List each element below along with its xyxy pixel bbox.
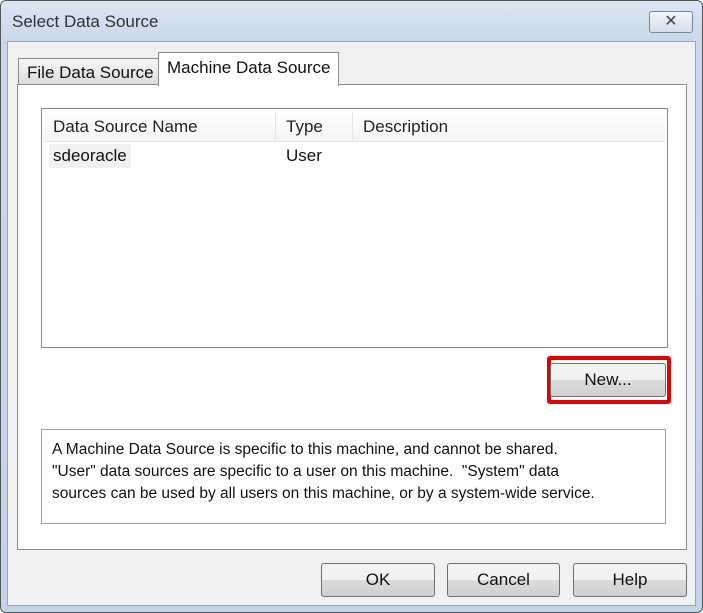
description-box: A Machine Data Source is specific to thi… bbox=[41, 429, 666, 524]
column-header-description[interactable]: Description bbox=[363, 117, 448, 137]
column-divider[interactable] bbox=[352, 112, 353, 142]
new-button[interactable]: New... bbox=[550, 363, 666, 397]
column-header-type[interactable]: Type bbox=[286, 117, 323, 137]
tab-machine-data-source[interactable]: Machine Data Source bbox=[158, 52, 340, 86]
list-header: Data Source Name Type Description bbox=[43, 112, 665, 142]
close-icon: ✕ bbox=[664, 13, 678, 30]
dialog-title: Select Data Source bbox=[12, 12, 159, 31]
machine-data-source-panel: Data Source Name Type Description sdeora… bbox=[17, 84, 687, 550]
data-source-type: User bbox=[286, 146, 322, 165]
description-line: sources can be used by all users on this… bbox=[52, 485, 595, 502]
close-button[interactable]: ✕ bbox=[649, 11, 693, 33]
column-header-name[interactable]: Data Source Name bbox=[53, 117, 198, 137]
column-divider[interactable] bbox=[275, 112, 276, 142]
select-data-source-dialog: Select Data Source ✕ File Data Source Ma… bbox=[0, 0, 703, 613]
data-source-name[interactable]: sdeoracle bbox=[49, 144, 131, 168]
dialog-body: File Data Source Machine Data Source Dat… bbox=[7, 41, 696, 606]
tab-file-data-source[interactable]: File Data Source bbox=[18, 58, 163, 85]
cancel-button[interactable]: Cancel bbox=[447, 563, 560, 597]
data-source-list[interactable]: Data Source Name Type Description sdeora… bbox=[41, 108, 668, 348]
help-button[interactable]: Help bbox=[573, 563, 687, 597]
description-line: A Machine Data Source is specific to thi… bbox=[52, 441, 558, 458]
description-line: "User" data sources are specific to a us… bbox=[52, 463, 560, 480]
ok-button[interactable]: OK bbox=[321, 563, 435, 597]
